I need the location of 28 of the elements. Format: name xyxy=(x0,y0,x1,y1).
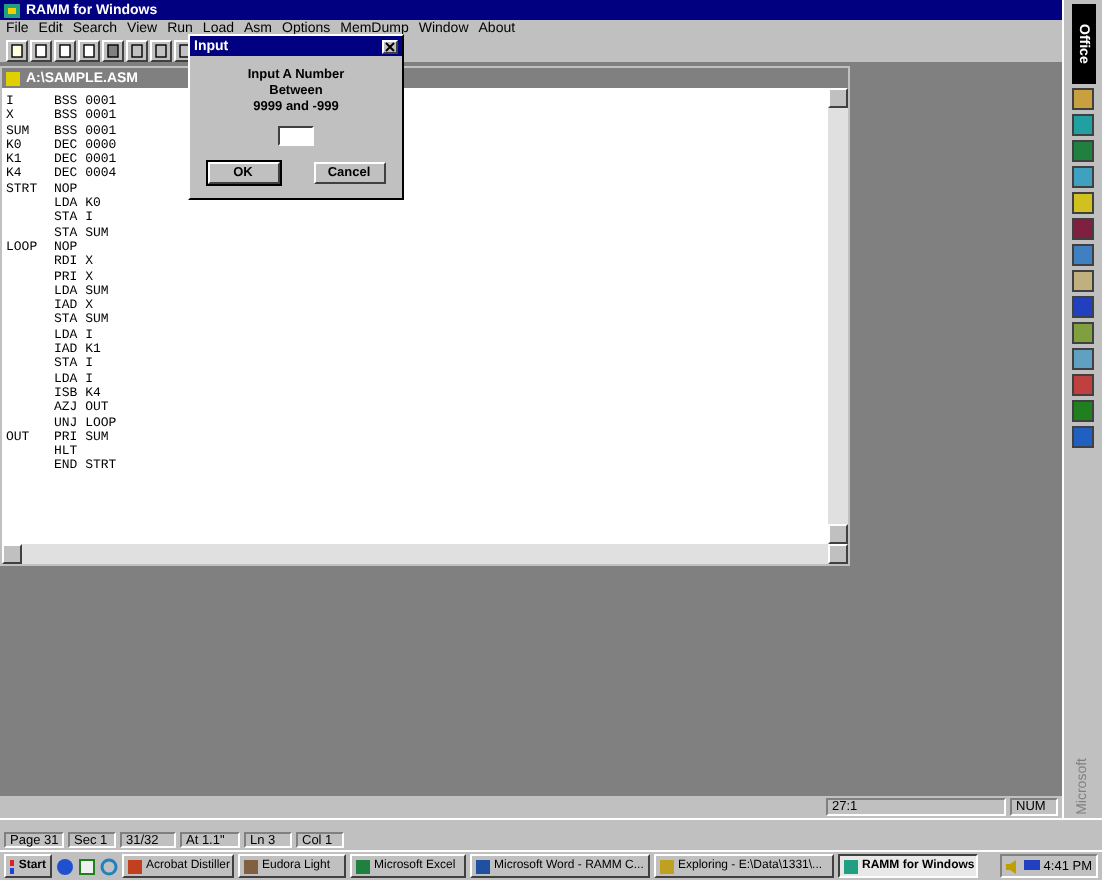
program-icon xyxy=(244,859,258,873)
toolbar-button[interactable] xyxy=(78,39,100,61)
program-icon xyxy=(844,859,858,873)
windows-logo-icon xyxy=(10,859,15,873)
toolbar-button[interactable] xyxy=(54,39,76,61)
app-shortcut-icon[interactable] xyxy=(1072,114,1094,136)
toolbar-button[interactable] xyxy=(6,39,28,61)
app-shortcut-icon[interactable] xyxy=(1072,322,1094,344)
program-icon xyxy=(476,859,490,873)
app-shortcut-icon[interactable] xyxy=(1072,270,1094,292)
number-input-field[interactable] xyxy=(278,126,314,146)
program-icon xyxy=(356,859,370,873)
monitor-icon[interactable] xyxy=(1023,859,1040,873)
toolbar-button[interactable] xyxy=(126,39,148,61)
toolbar-button[interactable] xyxy=(102,39,124,61)
app-shortcut-icon[interactable] xyxy=(1072,88,1094,110)
app-shortcut-icon[interactable] xyxy=(1072,166,1094,188)
app-shortcut-icon[interactable] xyxy=(1072,348,1094,370)
app-icon xyxy=(4,3,20,17)
toolbar-button[interactable] xyxy=(150,39,172,61)
app-shortcut-icon[interactable] xyxy=(1072,192,1094,214)
app-shortcut-icon[interactable] xyxy=(1072,244,1094,266)
program-icon xyxy=(128,859,142,873)
document-icon xyxy=(6,71,20,85)
program-icon xyxy=(660,859,674,873)
toolbar-button[interactable] xyxy=(30,39,52,61)
vertical-scrollbar[interactable] xyxy=(828,88,848,544)
horizontal-scrollbar[interactable] xyxy=(2,544,848,564)
